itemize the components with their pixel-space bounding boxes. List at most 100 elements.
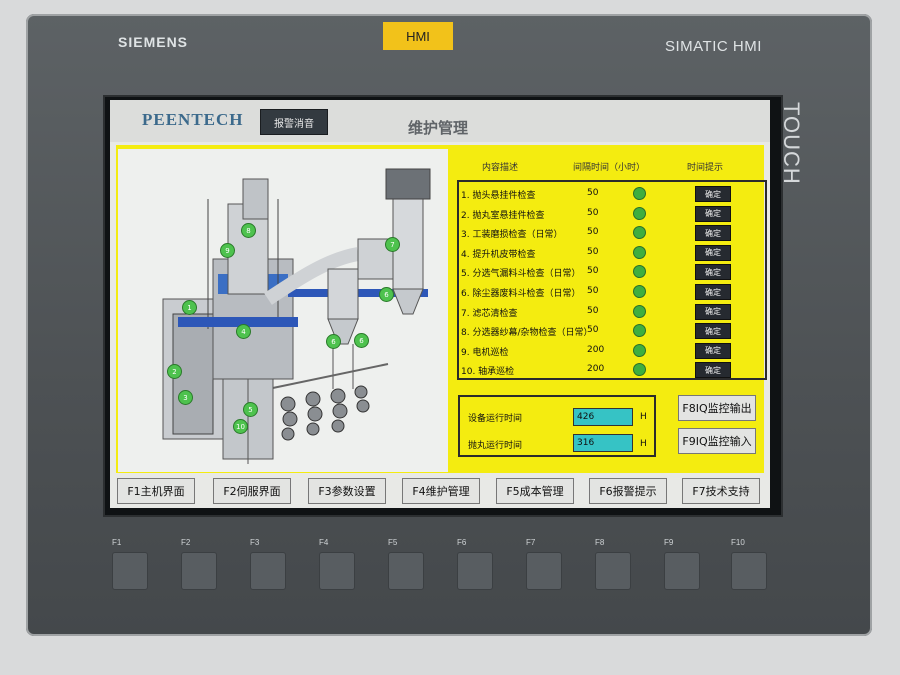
row-desc: 4. 提升机皮带检查 (461, 249, 536, 260)
confirm-button[interactable]: 确定 (695, 323, 731, 340)
confirm-button[interactable]: 确定 (695, 225, 731, 242)
f3-parameters-button[interactable]: F3参数设置 (308, 478, 386, 504)
hardware-function-keys: F1 F2 F3 F4 F5 F6 F7 F8 F9 F10 (105, 538, 775, 593)
machine-illustration (118, 149, 448, 472)
hw-key-f9[interactable] (664, 552, 700, 590)
equipment-runtime-unit: H (640, 412, 647, 422)
confirm-button[interactable]: 确定 (695, 362, 731, 379)
hw-key-f6[interactable] (457, 552, 493, 590)
table-row: 4. 提升机皮带检查 50 确定 (459, 243, 767, 263)
hw-key-label: F8 (595, 538, 605, 547)
f1-main-screen-button[interactable]: F1主机界面 (117, 478, 195, 504)
equipment-runtime-value: 426 (573, 408, 633, 426)
callout-8: 8 (241, 223, 256, 238)
callout-5: 5 (243, 402, 258, 417)
equipment-runtime-label: 设备运行时间 (468, 414, 523, 424)
table-row: 2. 抛丸室悬挂件检查 50 确定 (459, 204, 767, 224)
row-desc: 5. 分选气漏料斗检查（日常） (461, 269, 581, 280)
f6-alarm-button[interactable]: F6报警提示 (589, 478, 667, 504)
row-hours: 50 (587, 286, 599, 296)
iq-monitor-output-button[interactable]: F8IQ监控输出 (678, 395, 756, 421)
row-desc: 1. 抛头悬挂件检查 (461, 191, 536, 201)
status-light-icon (633, 324, 646, 338)
row-desc: 8. 分选器纱幕/杂物检查（日常） (461, 328, 593, 339)
status-light-icon (633, 226, 646, 240)
hw-key-label: F4 (319, 538, 329, 547)
table-row: 1. 抛头悬挂件检查 50 确定 (459, 184, 767, 204)
f4-maintenance-button[interactable]: F4维护管理 (402, 478, 480, 504)
row-desc: 9. 电机巡检 (461, 347, 509, 358)
row-desc: 6. 除尘器废料斗检查（日常） (461, 289, 581, 299)
callout-1: 1 (182, 300, 197, 315)
row-desc: 10. 轴承巡检 (461, 367, 515, 378)
alarm-mute-button[interactable]: 报警消音 (260, 109, 328, 135)
hw-key-label: F1 (112, 538, 122, 547)
callout-3: 3 (178, 390, 193, 405)
hw-key-label: F6 (457, 538, 467, 547)
callout-6b: 6 (354, 333, 369, 348)
header-content-desc: 内容描述 (482, 163, 519, 173)
confirm-button[interactable]: 确定 (695, 205, 731, 222)
row-desc: 2. 抛丸室悬挂件检查 (461, 210, 545, 221)
row-hours: 50 (587, 246, 599, 257)
hw-key-f8[interactable] (595, 552, 631, 590)
header-time-hint: 时间提示 (687, 163, 724, 173)
status-light-icon (633, 343, 646, 357)
row-hours: 200 (587, 364, 605, 375)
confirm-button[interactable]: 确定 (695, 303, 731, 320)
hw-key-label: F7 (526, 538, 536, 547)
callout-4: 4 (236, 324, 251, 339)
confirm-button[interactable]: 确定 (695, 186, 731, 202)
status-light-icon (633, 187, 646, 200)
hw-key-f3[interactable] (250, 552, 286, 590)
hw-key-f4[interactable] (319, 552, 355, 590)
status-light-icon (633, 363, 646, 377)
callout-6a: 6 (326, 334, 341, 349)
callout-6c: 6 (379, 287, 394, 302)
table-row: 7. 滤芯清检查 50 确定 (459, 302, 767, 322)
row-hours: 50 (587, 325, 599, 336)
hw-key-f5[interactable] (388, 552, 424, 590)
confirm-button[interactable]: 确定 (695, 284, 731, 300)
status-light-icon (633, 265, 646, 279)
hw-key-label: F2 (181, 538, 191, 547)
page-title: 维护管理 (408, 119, 469, 137)
table-row: 10. 轴承巡检 200 确定 (459, 360, 767, 380)
hw-key-label: F10 (731, 538, 745, 547)
hw-key-f10[interactable] (731, 552, 767, 590)
row-hours: 50 (587, 227, 599, 238)
status-light-icon (633, 285, 646, 298)
hw-key-f1[interactable] (112, 552, 148, 590)
confirm-button[interactable]: 确定 (695, 264, 731, 281)
blast-runtime-value: 316 (573, 434, 633, 452)
hmi-display: PEENTECH 报警消音 维护管理 1 2 3 4 5 6 6 6 7 8 9… (110, 100, 770, 508)
table-row: 5. 分选气漏料斗检查（日常） 50 确定 (459, 262, 767, 282)
callout-2: 2 (167, 364, 182, 379)
hmi-label-tag: HMI (383, 22, 453, 50)
table-row: 3. 工装磨损检查（日常） 50 确定 (459, 223, 767, 243)
header-interval: 间隔时间（小时） (573, 163, 646, 173)
f7-tech-support-button[interactable]: F7技术支持 (682, 478, 760, 504)
row-hours: 50 (587, 266, 599, 277)
confirm-button[interactable]: 确定 (695, 342, 731, 359)
hw-key-f7[interactable] (526, 552, 562, 590)
f5-cost-button[interactable]: F5成本管理 (496, 478, 574, 504)
company-logo: PEENTECH (142, 110, 244, 129)
hw-key-label: F9 (664, 538, 674, 547)
hw-key-label: F3 (250, 538, 260, 547)
row-desc: 7. 滤芯清检查 (461, 308, 518, 319)
iq-monitor-input-button[interactable]: F9IQ监控输入 (678, 428, 756, 454)
row-hours: 200 (587, 344, 605, 355)
status-light-icon (633, 206, 646, 220)
row-hours: 50 (587, 305, 599, 316)
row-hours: 50 (587, 188, 599, 198)
hw-key-f2[interactable] (181, 552, 217, 590)
f2-servo-screen-button[interactable]: F2伺服界面 (213, 478, 291, 504)
table-row: 9. 电机巡检 200 确定 (459, 341, 767, 361)
confirm-button[interactable]: 确定 (695, 244, 731, 261)
status-light-icon (633, 304, 646, 318)
blast-runtime-label: 抛丸运行时间 (468, 441, 523, 451)
hw-key-label: F5 (388, 538, 398, 547)
row-hours: 50 (587, 207, 599, 218)
status-light-icon (633, 245, 646, 259)
